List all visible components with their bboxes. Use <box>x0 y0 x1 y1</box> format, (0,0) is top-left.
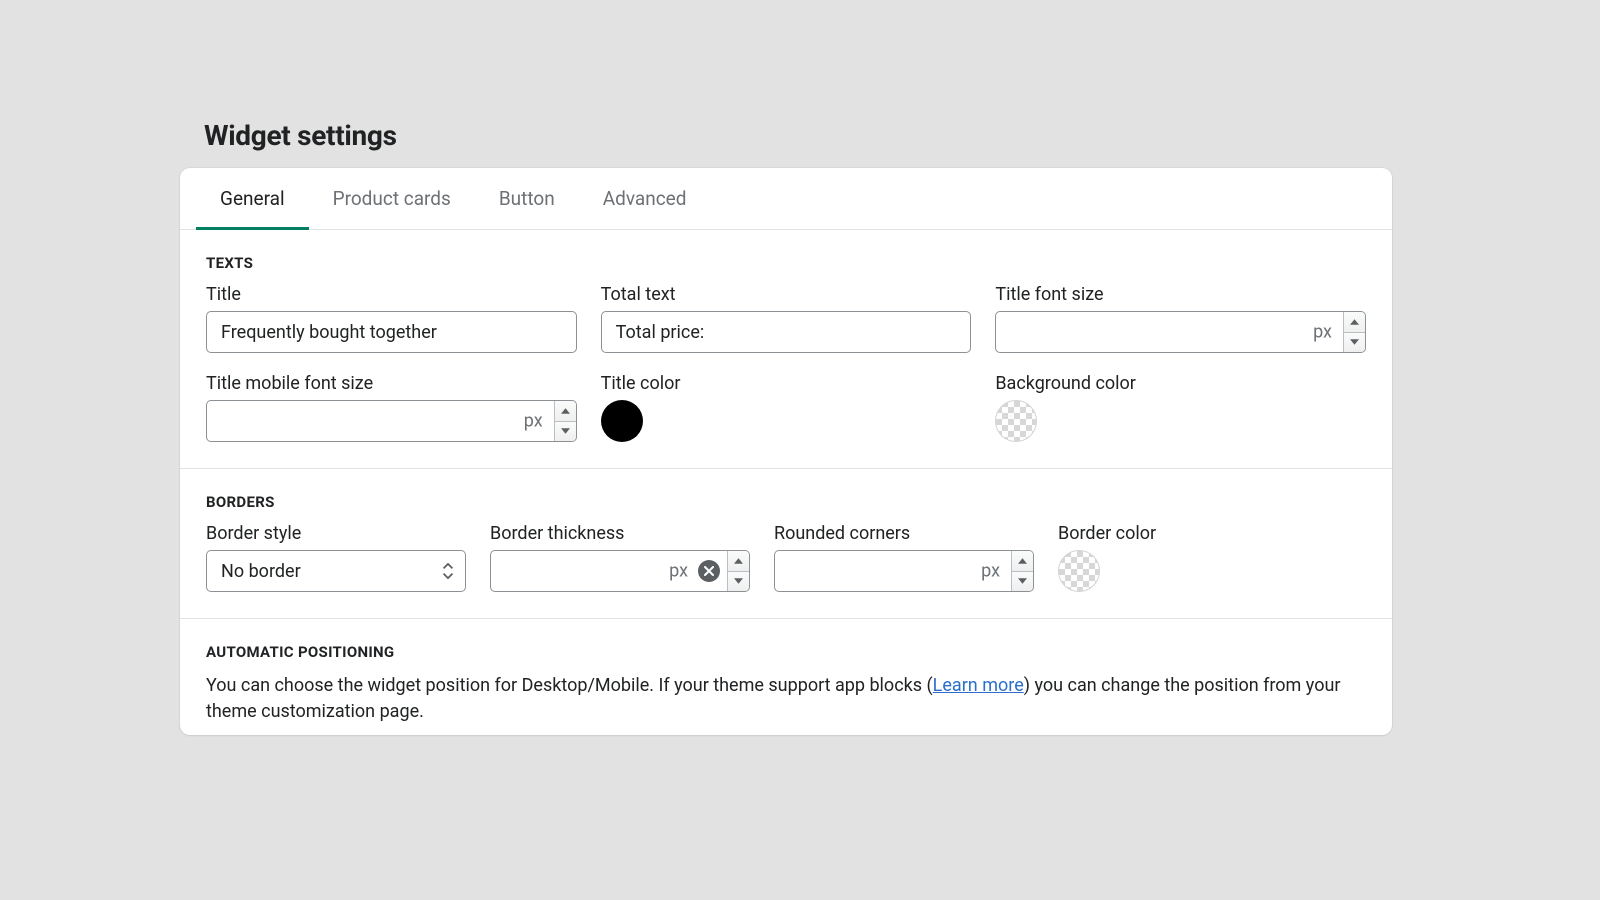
rounded-corners-input[interactable] <box>774 550 1034 592</box>
section-texts: TEXTS Title Total text Title font size p… <box>180 230 1392 469</box>
section-heading-texts: TEXTS <box>206 254 1366 272</box>
caret-up-icon <box>1350 319 1359 325</box>
section-heading-borders: BORDERS <box>206 493 1366 511</box>
section-borders: BORDERS Border style No border Border th… <box>180 469 1392 619</box>
title-mobile-fontsize-input[interactable] <box>206 400 577 442</box>
spinner-down-button[interactable] <box>1012 572 1033 592</box>
caret-up-icon <box>1018 558 1027 564</box>
positioning-body-prefix: You can choose the widget position for D… <box>206 675 933 696</box>
title-fontsize-label: Title font size <box>995 284 1366 305</box>
learn-more-link[interactable]: Learn more <box>933 675 1024 696</box>
rounded-corners-label: Rounded corners <box>774 523 1034 544</box>
spinner-down-button[interactable] <box>555 422 576 442</box>
caret-up-icon <box>734 558 743 564</box>
border-thickness-label: Border thickness <box>490 523 750 544</box>
spinner-down-button[interactable] <box>1344 333 1365 353</box>
border-color-swatch[interactable] <box>1058 550 1100 592</box>
caret-down-icon <box>561 428 570 434</box>
background-color-label: Background color <box>995 373 1366 394</box>
positioning-body: You can choose the widget position for D… <box>206 673 1366 725</box>
clear-button[interactable] <box>698 560 720 582</box>
total-text-label: Total text <box>601 284 972 305</box>
caret-up-icon <box>561 408 570 414</box>
caret-down-icon <box>734 578 743 584</box>
caret-down-icon <box>1350 339 1359 345</box>
section-positioning: AUTOMATIC POSITIONING You can choose the… <box>180 619 1392 735</box>
tab-button[interactable]: Button <box>475 169 579 230</box>
total-text-input[interactable] <box>601 311 972 353</box>
tab-product-cards[interactable]: Product cards <box>309 169 475 230</box>
title-label: Title <box>206 284 577 305</box>
border-color-label: Border color <box>1058 523 1366 544</box>
settings-card: General Product cards Button Advanced TE… <box>180 168 1392 735</box>
spinner-up-button[interactable] <box>728 551 749 572</box>
title-input[interactable] <box>206 311 577 353</box>
border-style-select[interactable]: No border <box>206 550 466 592</box>
spinner-up-button[interactable] <box>1344 312 1365 333</box>
border-style-label: Border style <box>206 523 466 544</box>
tabs: General Product cards Button Advanced <box>180 168 1392 230</box>
title-color-swatch[interactable] <box>601 400 643 442</box>
close-icon <box>704 566 714 576</box>
page-title: Widget settings <box>204 119 1392 152</box>
spinner-up-button[interactable] <box>555 401 576 422</box>
spinner-up-button[interactable] <box>1012 551 1033 572</box>
background-color-swatch[interactable] <box>995 400 1037 442</box>
caret-down-icon <box>1018 578 1027 584</box>
tab-advanced[interactable]: Advanced <box>579 169 711 230</box>
section-heading-positioning: AUTOMATIC POSITIONING <box>206 643 1366 661</box>
title-fontsize-input[interactable] <box>995 311 1366 353</box>
title-mobile-fontsize-label: Title mobile font size <box>206 373 577 394</box>
tab-general[interactable]: General <box>196 169 309 230</box>
spinner-down-button[interactable] <box>728 572 749 592</box>
title-color-label: Title color <box>601 373 972 394</box>
